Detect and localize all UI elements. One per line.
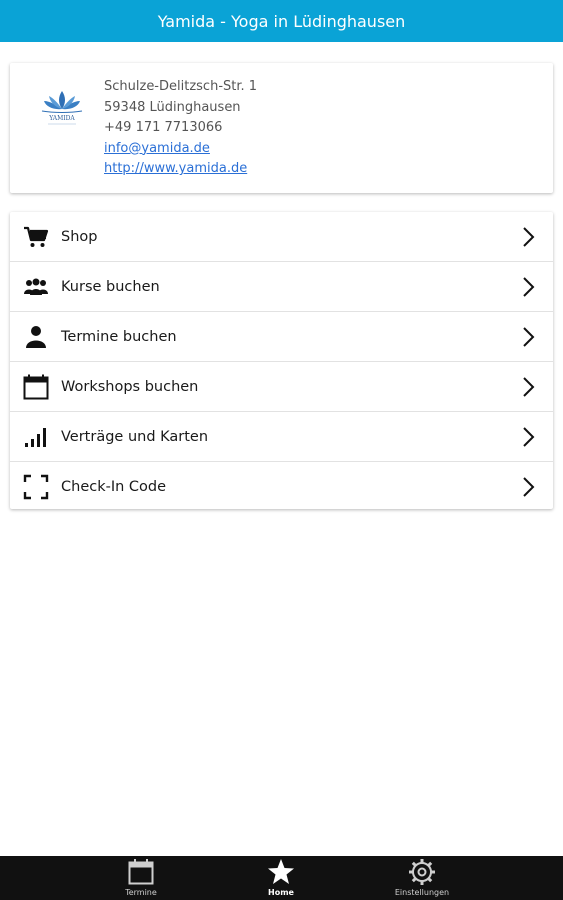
menu-item-termine[interactable]: Termine buchen bbox=[10, 312, 553, 362]
menu-item-label: Verträge und Karten bbox=[61, 428, 209, 445]
page-title: Yamida - Yoga in Lüdinghausen bbox=[157, 11, 406, 31]
calendar-icon bbox=[127, 858, 155, 886]
signal-bars-icon bbox=[23, 424, 49, 450]
nav-tab-label: Termine bbox=[125, 888, 157, 897]
menu-item-checkin[interactable]: Check-In Code bbox=[10, 462, 553, 511]
chevron-right-icon bbox=[523, 227, 535, 247]
calendar-icon bbox=[23, 374, 49, 400]
menu-item-label: Termine buchen bbox=[61, 328, 177, 345]
chevron-right-icon bbox=[523, 277, 535, 297]
menu-item-shop[interactable]: Shop bbox=[10, 212, 553, 262]
scan-frame-icon bbox=[23, 474, 49, 500]
chevron-right-icon bbox=[523, 427, 535, 447]
app-header: Yamida - Yoga in Lüdinghausen bbox=[0, 0, 563, 42]
nav-tab-termine[interactable]: Termine bbox=[91, 856, 191, 900]
person-icon bbox=[23, 324, 49, 350]
group-icon bbox=[23, 274, 49, 300]
menu-item-label: Shop bbox=[61, 228, 98, 245]
nav-tab-label: Home bbox=[268, 888, 294, 897]
cart-icon bbox=[23, 224, 49, 250]
main-menu: Shop Kurse buchen Termine buchen Worksho… bbox=[10, 212, 553, 509]
menu-item-workshops[interactable]: Workshops buchen bbox=[10, 362, 553, 412]
yamida-logo: YAMIDA bbox=[32, 83, 92, 133]
nav-tab-home[interactable]: Home bbox=[231, 856, 331, 900]
menu-item-kurse[interactable]: Kurse buchen bbox=[10, 262, 553, 312]
address-block: Schulze-Delitzsch-Str. 1 59348 Lüdinghau… bbox=[104, 77, 257, 180]
nav-tab-einstellungen[interactable]: Einstellungen bbox=[372, 856, 472, 900]
website-link[interactable]: http://www.yamida.de bbox=[104, 159, 257, 180]
street-text: Schulze-Delitzsch-Str. 1 bbox=[104, 79, 258, 94]
chevron-right-icon bbox=[523, 477, 535, 497]
email-link[interactable]: info@yamida.de bbox=[104, 139, 257, 160]
menu-item-label: Kurse buchen bbox=[61, 278, 160, 295]
studio-info-card: YAMIDA Schulze-Delitzsch-Str. 1 59348 Lü… bbox=[10, 63, 553, 193]
chevron-right-icon bbox=[523, 327, 535, 347]
star-icon bbox=[267, 858, 295, 886]
phone-text[interactable]: +49 171 7713066 bbox=[104, 118, 257, 139]
bottom-navigation: Termine Home Einstellungen bbox=[0, 856, 563, 900]
chevron-right-icon bbox=[523, 377, 535, 397]
menu-item-label: Check-In Code bbox=[61, 478, 167, 495]
gear-icon bbox=[408, 858, 436, 886]
menu-item-label: Workshops buchen bbox=[61, 378, 199, 395]
logo-wordmark: YAMIDA bbox=[48, 115, 75, 122]
nav-tab-label: Einstellungen bbox=[394, 888, 450, 897]
city-text: 59348 Lüdinghausen bbox=[104, 99, 241, 115]
menu-item-vertraege[interactable]: Verträge und Karten bbox=[10, 412, 553, 462]
